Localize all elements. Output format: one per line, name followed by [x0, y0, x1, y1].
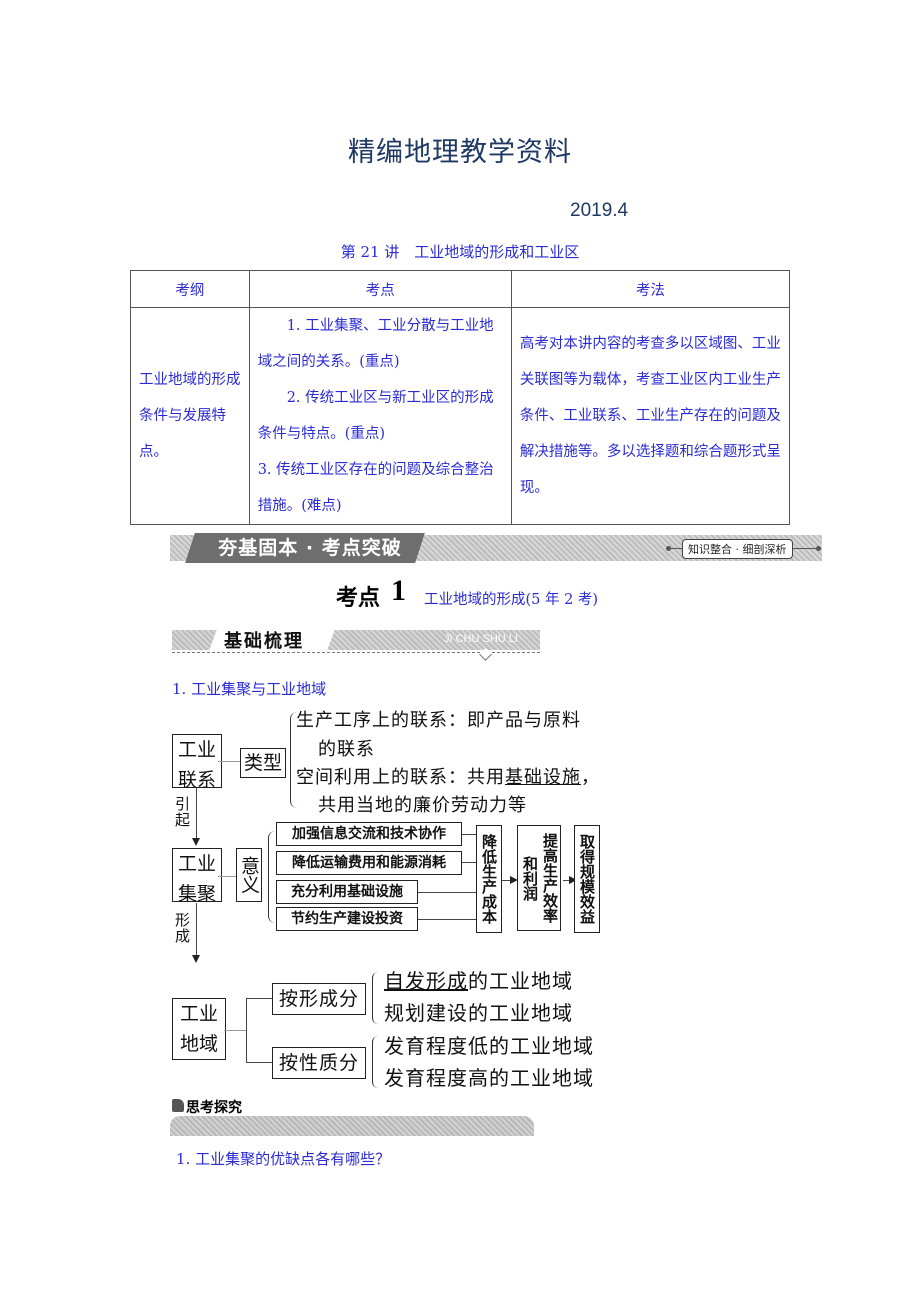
nature-item-2: 发育程度高的工业地域	[384, 1066, 594, 1090]
type-item-2-prefix: 空间利用上的联系：共用	[296, 767, 505, 788]
formation-item-1: 自发形成的工业地域	[384, 966, 573, 996]
thumbs-up-icon	[172, 1099, 184, 1112]
think-label: 思考探究	[186, 1100, 242, 1116]
connector	[246, 998, 272, 999]
connector	[418, 919, 476, 920]
dot-icon	[816, 546, 821, 551]
section-band-tag: 知识整合 · 细剖深析	[682, 539, 793, 559]
document-title: 精编地理教学资料	[348, 137, 572, 168]
think-band	[170, 1116, 534, 1136]
box-industrial-link: 工业联系	[172, 734, 222, 791]
arrow-down-icon	[192, 838, 200, 846]
basics-pinyin: JI CHU SHU LI	[444, 633, 518, 645]
section-heading-1: 1. 工业集聚与工业地域	[172, 680, 327, 698]
basics-title: 基础梳理	[224, 631, 304, 652]
cell-outline: 工业地域的形成条件与发展特点。	[130, 307, 250, 525]
connector	[218, 876, 236, 877]
result-scale: 取得规模效益	[574, 825, 600, 933]
meaning-item-2: 降低运输费用和能源消耗	[276, 851, 462, 875]
box-meaning: 意义	[236, 848, 262, 902]
connector	[462, 862, 476, 863]
topic-label: 考点	[336, 586, 381, 611]
point-2: 2. 传统工业区与新工业区的形成条件与特点。(重点)	[257, 390, 494, 442]
cell-points: 1. 工业集聚、工业分散与工业地域之间的关系。(重点) 2. 传统工业区与新工业…	[248, 307, 512, 525]
result-efficiency: 提高生产效率和利润	[517, 825, 561, 931]
document-date: 2019.4	[570, 200, 629, 221]
meaning-item-1: 加强信息交流和技术协作	[276, 822, 462, 846]
lecture-title: 第 21 讲 工业地域的形成和工业区	[340, 243, 580, 261]
type-item-1-line2: 的联系	[318, 739, 375, 760]
brace	[268, 831, 275, 923]
meaning-item-4: 节约生产建设投资	[276, 907, 418, 931]
arrow-label-cause: 引起	[173, 796, 191, 828]
exam-table: 考纲 考点 考法 工业地域的形成条件与发展特点。 1. 工业集聚、工业分散与工业…	[130, 270, 791, 525]
point-1: 1. 工业集聚、工业分散与工业地域之间的关系。(重点)	[257, 318, 494, 370]
cell-method: 高考对本讲内容的考查多以区域图、工业关联图等为载体，考查工业区内工业生产条件、工…	[510, 307, 791, 525]
formation-item-1-rest: 的工业地域	[468, 969, 573, 993]
table-row: 工业地域的形成条件与发展特点。 1. 工业集聚、工业分散与工业地域之间的关系。(…	[130, 307, 791, 525]
brace	[372, 972, 378, 1024]
result-cost: 降低生产成本	[476, 825, 502, 933]
connector	[246, 1062, 272, 1063]
type-item-1-line1: 生产工序上的联系：即产品与原料	[296, 710, 581, 731]
type-item-2-line1: 空间利用上的联系：共用基础设施，	[296, 763, 600, 793]
formation-item-2: 规划建设的工业地域	[384, 1001, 573, 1025]
box-by-formation: 按形成分	[272, 983, 366, 1015]
arrow-down-icon	[192, 955, 200, 963]
arrow-label-form: 形成	[173, 912, 191, 944]
formation-item-1-underlined: 自发形成	[384, 969, 468, 993]
topic-number: 1	[391, 574, 406, 607]
connector	[418, 892, 476, 893]
box-type: 类型	[240, 748, 286, 778]
connector	[218, 761, 240, 762]
type-item-2-line2: 共用当地的廉价劳动力等	[318, 795, 527, 816]
section-band-title: 夯基固本 · 考点突破	[218, 537, 402, 559]
meaning-item-3: 充分利用基础设施	[276, 880, 418, 904]
table-header-row: 考纲 考点 考法	[130, 270, 791, 308]
arrow-line	[196, 903, 197, 957]
type-item-2-suffix: ，	[581, 767, 600, 788]
connector	[224, 1030, 246, 1031]
header-outline: 考纲	[130, 270, 250, 308]
topic-description: 工业地域的形成(5 年 2 考)	[424, 592, 599, 608]
nature-item-1: 发育程度低的工业地域	[384, 1034, 594, 1058]
brace	[372, 1036, 378, 1088]
connector	[246, 998, 247, 1062]
box-agglomeration: 工业集聚	[172, 848, 222, 905]
connector	[462, 834, 476, 835]
box-by-nature: 按性质分	[272, 1047, 366, 1079]
type-item-2-underlined: 基础设施	[505, 767, 581, 788]
dot-icon	[666, 546, 671, 551]
header-method: 考法	[510, 270, 791, 308]
question-1: 1. 工业集聚的优缺点各有哪些？	[176, 1150, 391, 1168]
box-industrial-region: 工业地域	[172, 998, 226, 1060]
arrow-line	[196, 788, 197, 840]
chevron-down-icon	[479, 648, 492, 661]
point-3: 3. 传统工业区存在的问题及综合整治措施。(难点)	[257, 462, 494, 514]
header-points: 考点	[248, 270, 512, 308]
